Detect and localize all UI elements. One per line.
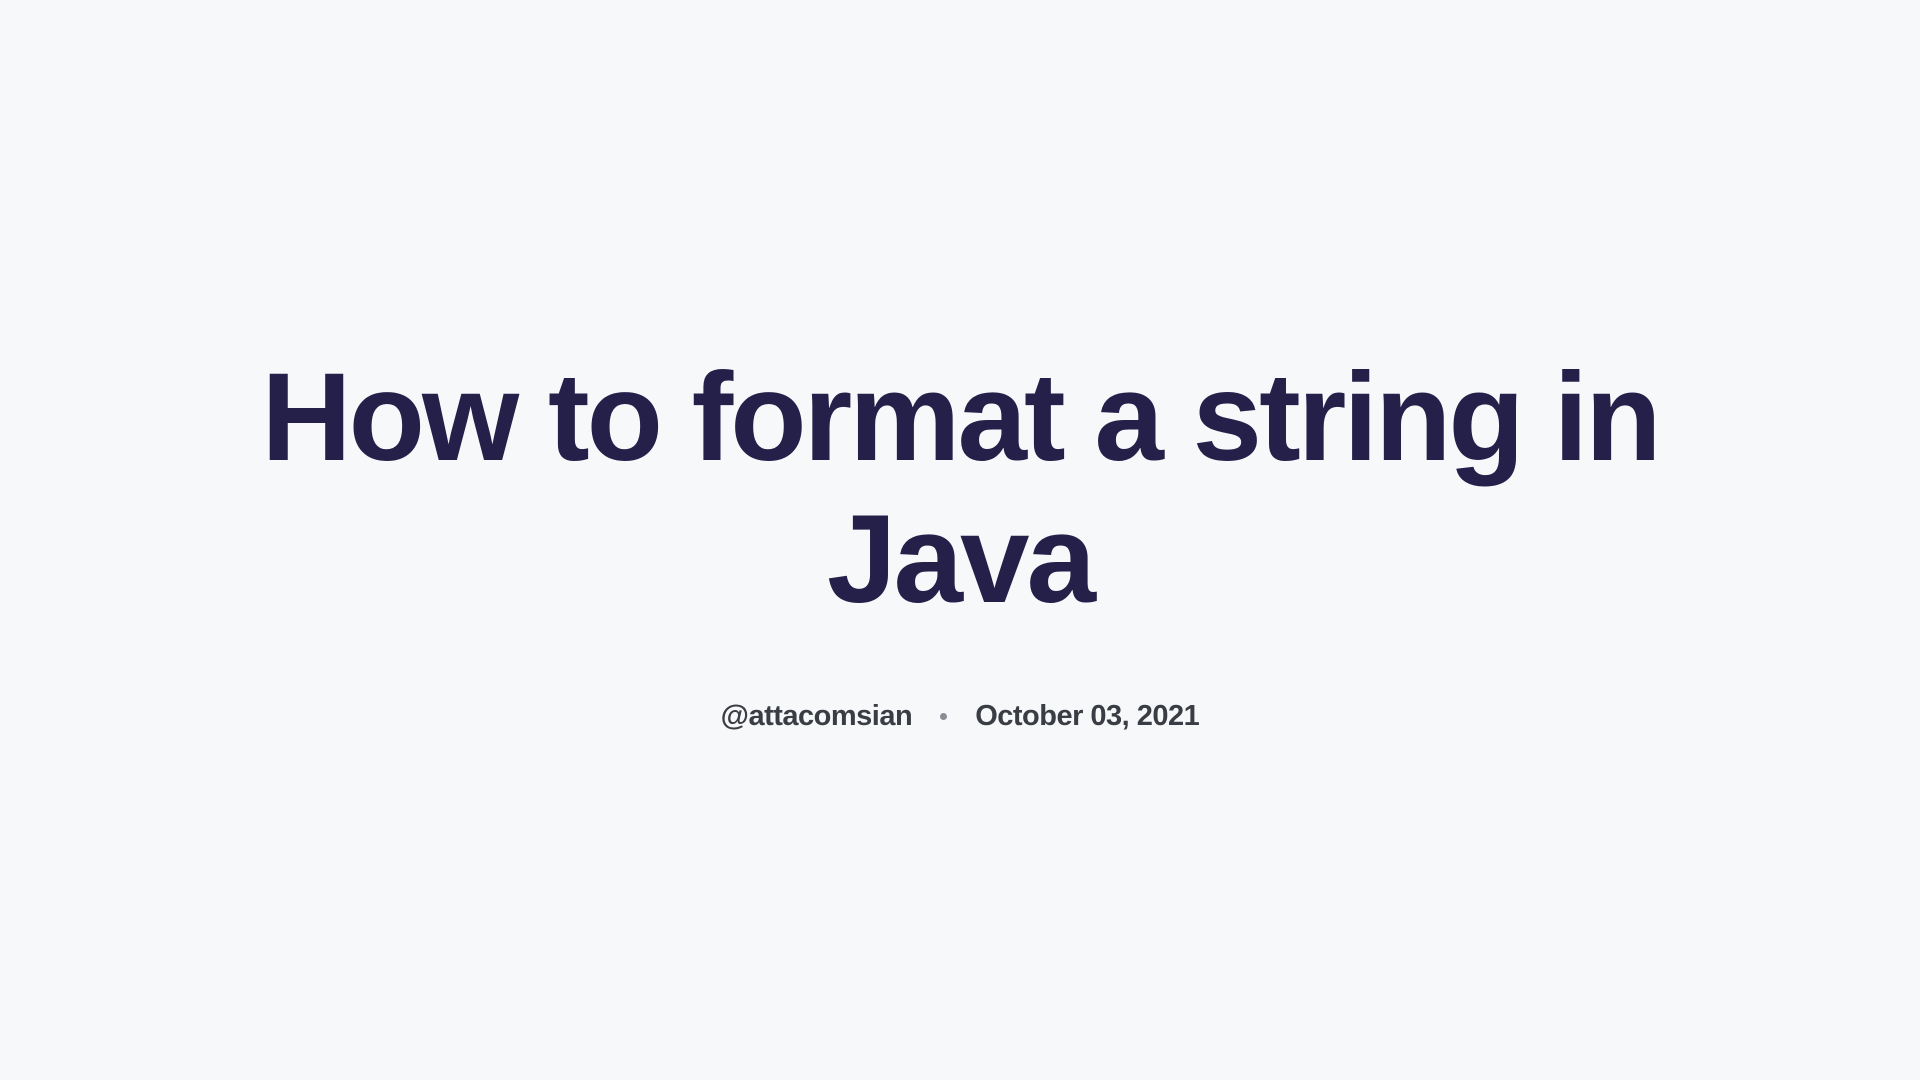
article-meta: @attacomsian October 03, 2021 [721,700,1200,733]
article-title: How to format a string in Java [260,347,1660,630]
publish-date: October 03, 2021 [975,700,1199,733]
article-header: How to format a string in Java @attacoms… [260,347,1660,733]
author-handle[interactable]: @attacomsian [721,700,913,733]
separator-dot-icon [940,713,947,720]
